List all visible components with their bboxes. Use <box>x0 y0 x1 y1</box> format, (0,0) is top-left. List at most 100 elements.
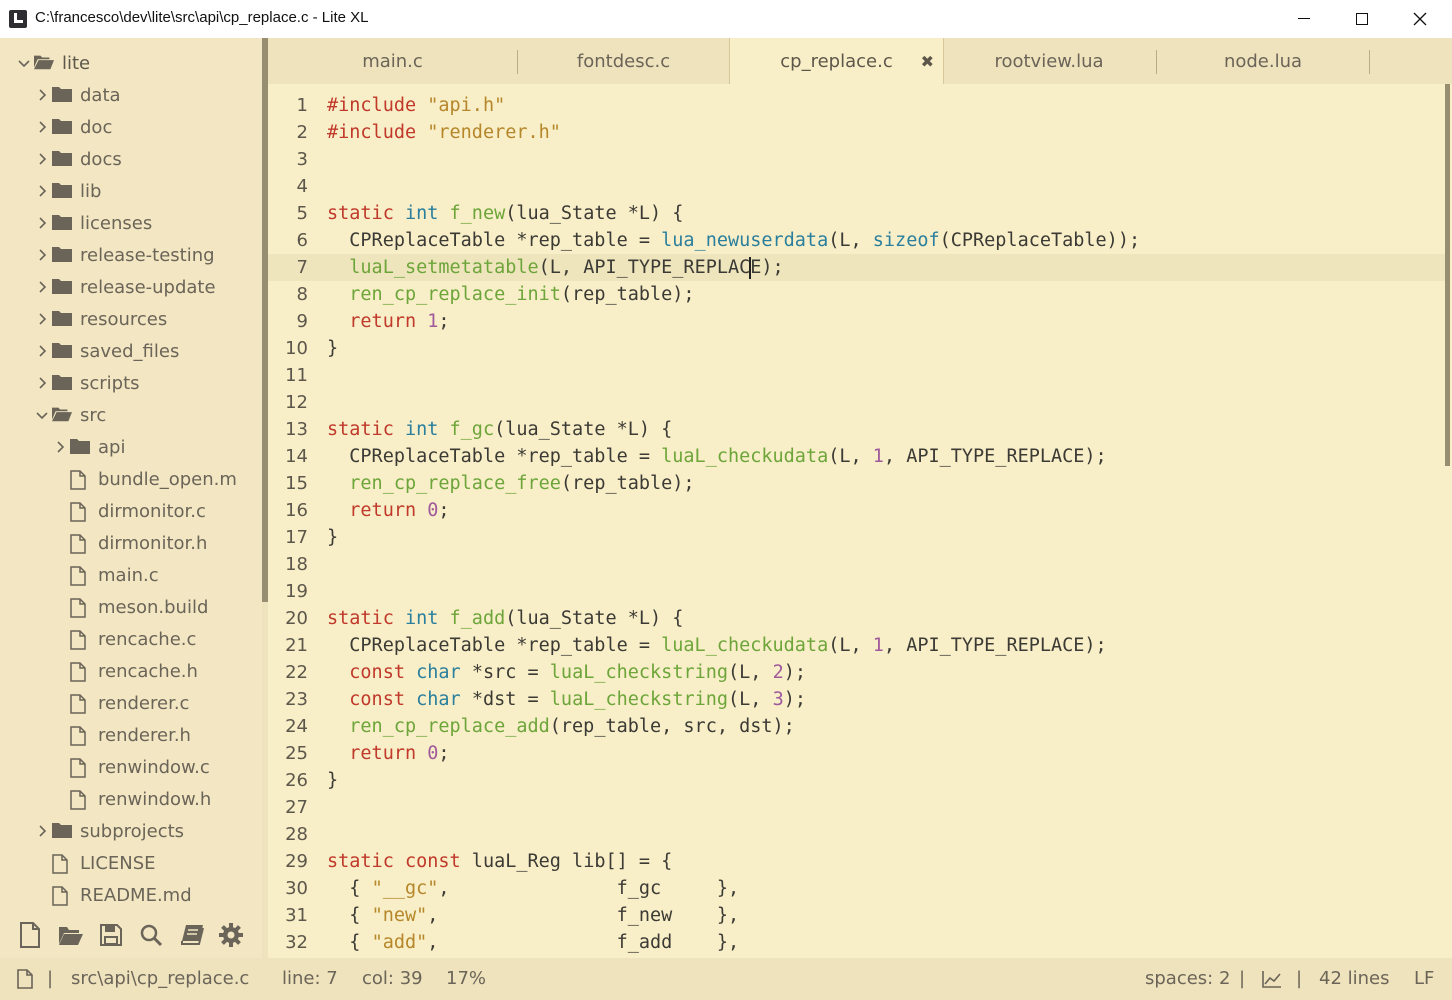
code-token: return <box>349 743 417 764</box>
code-line[interactable]: 1 #include "api.h" <box>268 92 1446 119</box>
tree-item-dirmonitor-c[interactable]: dirmonitor.c <box>52 495 206 527</box>
tree-item-bundle-open-m[interactable]: bundle_open.m <box>52 463 237 495</box>
code-line[interactable]: 3 <box>268 146 1446 173</box>
tree-item-renderer-h[interactable]: renderer.h <box>52 719 191 751</box>
tree-item-label: saved_files <box>80 340 180 362</box>
close-tab-icon[interactable]: ✖ <box>921 52 934 71</box>
tree-item-scripts[interactable]: scripts <box>34 367 140 399</box>
code-line[interactable]: 8 ren_cp_replace_init(rep_table); <box>268 281 1446 308</box>
status-column[interactable]: col: 39 <box>362 968 423 989</box>
status-indent[interactable]: spaces: 2 <box>1145 968 1230 989</box>
tree-item-label: meson.build <box>98 596 209 618</box>
code-line[interactable]: 11 <box>268 362 1446 389</box>
code-line[interactable]: 26} <box>268 767 1446 794</box>
open-folder-icon[interactable] <box>58 922 84 948</box>
settings-icon[interactable] <box>218 922 244 948</box>
status-file-path[interactable]: src\api\cp_replace.c <box>71 968 249 989</box>
tree-item-doc[interactable]: doc <box>34 111 112 143</box>
code-text: static int f_gc(lua_State *L) { <box>327 416 672 443</box>
tree-item-meson-build[interactable]: meson.build <box>52 591 208 623</box>
code-text: #include "renderer.h" <box>327 119 561 146</box>
code-token: 0 <box>427 500 439 521</box>
code-line[interactable]: 17} <box>268 524 1446 551</box>
code-line[interactable]: 28 <box>268 821 1446 848</box>
tab-rootview-lua[interactable]: rootview.lua <box>942 38 1156 84</box>
tree-item-resources[interactable]: resources <box>34 303 167 335</box>
tree-item-licenses[interactable]: licenses <box>34 207 152 239</box>
code-line[interactable]: 32 { "add", f_add }, <box>268 929 1446 956</box>
code-token: 1 <box>872 446 884 467</box>
code-token: const <box>349 689 405 710</box>
tree-item-readme-md[interactable]: README.md <box>34 879 192 911</box>
tree-item-main-c[interactable]: main.c <box>52 559 159 591</box>
code-line[interactable]: 21 CPReplaceTable *rep_table = luaL_chec… <box>268 632 1446 659</box>
code-line[interactable]: 13 static int f_gc(lua_State *L) { <box>268 416 1446 443</box>
tree-item-license[interactable]: LICENSE <box>34 847 156 879</box>
code-line[interactable]: 22 const char *src = luaL_checkstring(L,… <box>268 659 1446 686</box>
status-line[interactable]: line: 7 <box>282 968 338 989</box>
tree-item-renwindow-c[interactable]: renwindow.c <box>52 751 210 783</box>
code-line[interactable]: 20 static int f_add(lua_State *L) { <box>268 605 1446 632</box>
code-line[interactable]: 27 <box>268 794 1446 821</box>
code-line[interactable]: 9 return 1; <box>268 308 1446 335</box>
save-icon[interactable] <box>98 922 124 948</box>
code-line[interactable]: 29 static const luaL_Reg lib[] = { <box>268 848 1446 875</box>
tree-item-dirmonitor-h[interactable]: dirmonitor.h <box>52 527 207 559</box>
tab-main-c[interactable]: main.c <box>268 38 517 84</box>
close-button[interactable] <box>1391 0 1449 38</box>
code-line[interactable]: 15 ren_cp_replace_free(rep_table); <box>268 470 1446 497</box>
tree-item-subprojects[interactable]: subprojects <box>34 815 184 847</box>
code-text: { "new", f_new }, <box>327 902 739 929</box>
code-line[interactable]: 10} <box>268 335 1446 362</box>
find-icon[interactable] <box>138 922 164 948</box>
tree-item-renderer-c[interactable]: renderer.c <box>52 687 189 719</box>
code-line[interactable]: 12 <box>268 389 1446 416</box>
code-line[interactable]: 2 #include "renderer.h" <box>268 119 1446 146</box>
tree-item-lib[interactable]: lib <box>34 175 101 207</box>
chevron-right-icon <box>34 89 50 101</box>
tree-item-rencache-h[interactable]: rencache.h <box>52 655 198 687</box>
code-line[interactable]: 24 ren_cp_replace_add(rep_table, src, ds… <box>268 713 1446 740</box>
status-bar: | src\api\cp_replace.c line: 7 col: 39 1… <box>0 958 1452 1000</box>
book-icon[interactable] <box>179 922 205 948</box>
tree-item-lite[interactable]: lite <box>16 47 90 79</box>
code-line[interactable]: 31 { "new", f_new }, <box>268 902 1446 929</box>
tab-cp-replace-c[interactable]: cp_replace.c ✖ <box>729 38 944 85</box>
code-line[interactable]: 7 luaL_setmetatable(L, API_TYPE_REPLACE)… <box>268 254 1446 281</box>
editor-scrollbar[interactable] <box>1445 84 1450 466</box>
code-line[interactable]: 25 return 0; <box>268 740 1446 767</box>
code-token: } <box>327 338 339 359</box>
code-line[interactable]: 23 const char *dst = luaL_checkstring(L,… <box>268 686 1446 713</box>
code-line[interactable]: 30 { "__gc", f_gc }, <box>268 875 1446 902</box>
tab-fontdesc-c[interactable]: fontdesc.c <box>518 38 729 84</box>
code-line[interactable]: 5 static int f_new(lua_State *L) { <box>268 200 1446 227</box>
maximize-button[interactable] <box>1333 0 1391 38</box>
minimize-button[interactable] <box>1275 0 1333 38</box>
new-file-icon[interactable] <box>17 922 43 948</box>
tree-item-api[interactable]: api <box>52 431 125 463</box>
tree-item-renwindow-h[interactable]: renwindow.h <box>52 783 211 815</box>
tree-item-saved-files[interactable]: saved_files <box>34 335 179 367</box>
tree-item-data[interactable]: data <box>34 79 121 111</box>
code-line[interactable]: 14 CPReplaceTable *rep_table = luaL_chec… <box>268 443 1446 470</box>
tree-item-release-update[interactable]: release-update <box>34 271 216 303</box>
code-line[interactable]: 18 <box>268 551 1446 578</box>
code-editor[interactable]: 1 #include "api.h" 2 #include "renderer.h" 3… <box>268 84 1452 958</box>
tree-item-src[interactable]: src <box>34 399 106 431</box>
tree-item-rencache-c[interactable]: rencache.c <box>52 623 196 655</box>
code-token: luaL_setmetatable <box>349 257 539 278</box>
status-line-ending[interactable]: LF <box>1414 968 1434 989</box>
code-token: 0 <box>427 743 439 764</box>
code-line[interactable]: 16 return 0; <box>268 497 1446 524</box>
code-line[interactable]: 4 <box>268 173 1446 200</box>
tree-item-release-testing[interactable]: release-testing <box>34 239 215 271</box>
tab-node-lua[interactable]: node.lua <box>1157 38 1369 84</box>
code-token: static <box>327 419 394 440</box>
folder-icon <box>52 342 72 360</box>
tree-item-label: resources <box>80 308 168 330</box>
chart-icon[interactable] <box>1262 970 1282 993</box>
tree-item-docs[interactable]: docs <box>34 143 122 175</box>
code-line[interactable]: 6 CPReplaceTable *rep_table = lua_newuse… <box>268 227 1446 254</box>
code-line[interactable]: 19 <box>268 578 1446 605</box>
